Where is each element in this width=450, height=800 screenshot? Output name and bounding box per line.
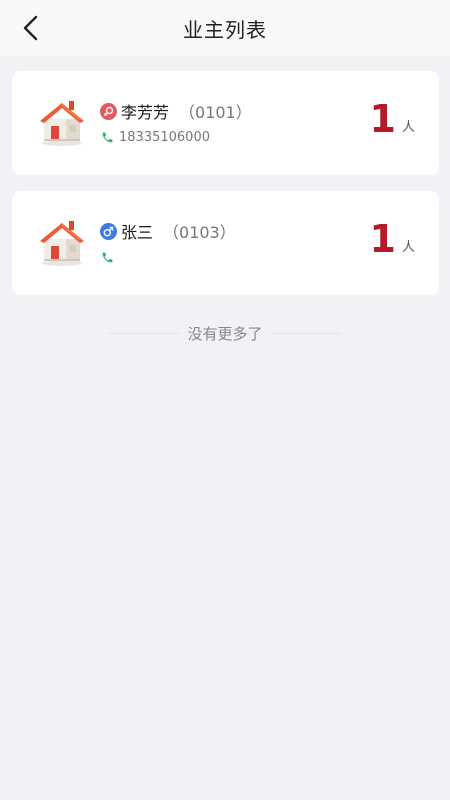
resident-count-value: 1 xyxy=(369,97,396,141)
owner-name: 李芳芳 xyxy=(121,103,170,122)
female-icon xyxy=(100,102,117,120)
owner-unit-code: （0103） xyxy=(163,223,236,242)
owner-phone-row[interactable] xyxy=(101,248,119,266)
house-icon xyxy=(40,101,84,146)
house-icon xyxy=(40,221,84,266)
resident-count-value: 1 xyxy=(369,217,396,261)
divider xyxy=(270,332,341,334)
back-button[interactable] xyxy=(14,12,46,44)
page-title: 业主列表 xyxy=(183,17,267,42)
chevron-left-icon xyxy=(23,15,38,41)
owner-name: 张三 xyxy=(121,223,154,242)
owner-phone-row[interactable]: 18335106000 xyxy=(101,128,210,146)
owner-card[interactable]: 李芳芳 （0101） 18335106000 1 人 xyxy=(12,71,439,175)
owner-name-row: 李芳芳 （0101） xyxy=(100,100,252,122)
male-icon xyxy=(100,222,117,240)
phone-icon xyxy=(102,252,113,262)
owner-phone: 18335106000 xyxy=(119,129,210,145)
top-bar: 业主列表 xyxy=(0,0,450,56)
resident-count-unit: 人 xyxy=(401,240,415,255)
owner-name-row: 张三 （0103） xyxy=(100,220,236,242)
resident-count-unit: 人 xyxy=(401,120,415,135)
phone-icon xyxy=(102,132,113,142)
resident-count: 1 人 xyxy=(370,97,415,141)
resident-count: 1 人 xyxy=(370,217,415,261)
no-more-text: 没有更多了 xyxy=(187,324,263,343)
end-of-list: 没有更多了 xyxy=(0,320,450,346)
owner-unit-code: （0101） xyxy=(179,103,252,122)
divider xyxy=(109,332,180,334)
owner-card[interactable]: 张三 （0103） 1 人 xyxy=(12,191,439,295)
